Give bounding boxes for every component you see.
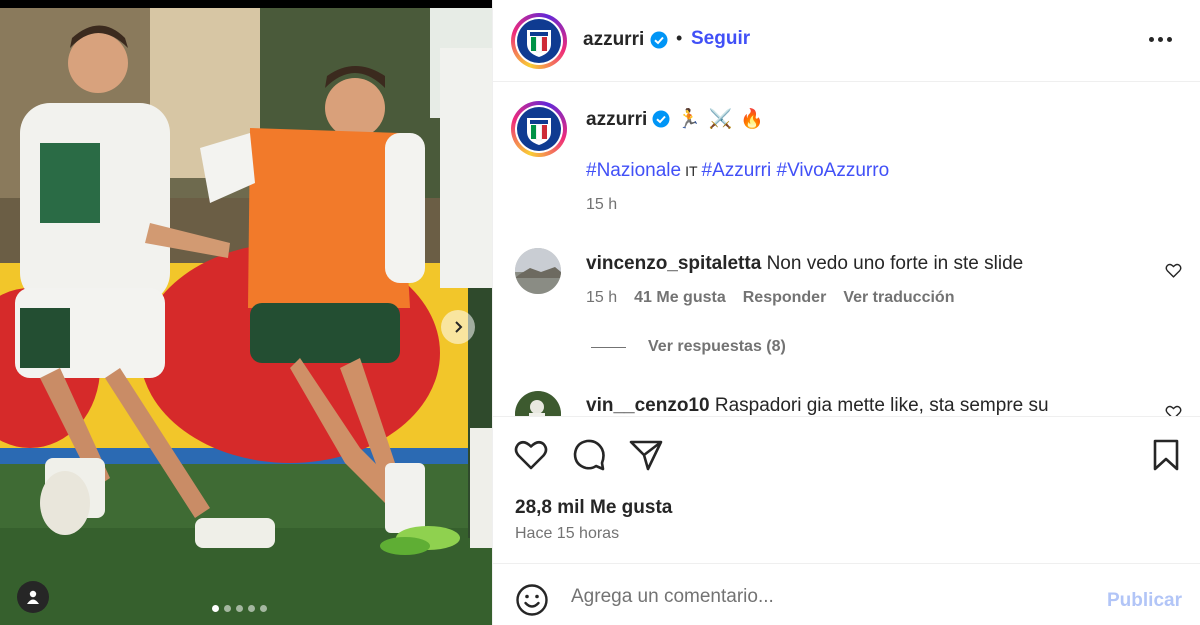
comment-body: Non vedo uno forte in ste slide [766,253,1024,274]
comment-like-icon[interactable] [1165,262,1182,279]
comment-username[interactable]: vincenzo_spitaletta [586,253,761,274]
tagged-users-button[interactable] [17,581,49,613]
carousel-dot [236,605,243,612]
reply-button[interactable]: Responder [743,289,827,307]
user-icon [27,590,39,604]
send-icon[interactable] [628,437,664,473]
comment-username[interactable]: vin__cenzo10 [586,395,710,416]
view-replies-button[interactable]: Ver respuestas (8) [591,338,786,356]
translate-button[interactable]: Ver traducción [843,289,954,307]
comment-body: Raspadori gia mette like, sta sempre su [714,395,1049,416]
view-replies-label: Ver respuestas (8) [648,338,786,355]
caption-hashtags: #Nazionale IT #Azzurri #VivoAzzurro [586,160,889,182]
bookmark-icon[interactable] [1148,437,1184,473]
flag-emoji: IT [685,163,698,179]
comment-text: vincenzo_spitaletta Non vedo uno forte i… [586,253,1023,275]
comment-like-icon[interactable] [1165,404,1182,416]
hashtag-link[interactable]: #VivoAzzurro [777,160,890,181]
carousel-dot [260,605,267,612]
comment-meta: 15 h 41 Me gusta Responder Ver traducció… [586,289,954,307]
emoji-picker-icon[interactable] [515,583,549,617]
post-photo[interactable] [0,8,492,625]
runner-emoji: 🏃 [677,109,701,130]
caption-time[interactable]: 15 h [586,196,617,214]
comment-text: vin__cenzo10 Raspadori gia mette like, s… [586,395,1049,416]
caption-avatar[interactable] [511,101,567,157]
verified-badge-icon [650,31,668,49]
figc-logo [517,107,561,151]
comment-likes[interactable]: 41 Me gusta [634,289,726,307]
post-author-username[interactable]: azzurri [583,29,644,51]
hashtag-link[interactable]: #Nazionale [586,160,681,181]
carousel-next-button[interactable] [441,310,475,344]
verified-badge-icon [652,110,670,128]
swords-emoji: ⚔️ [708,109,733,130]
photo-top-bar [0,0,492,8]
publish-button[interactable]: Publicar [1107,590,1182,612]
post-header: azzurri • Seguir [493,0,1200,82]
chevron-right-icon [455,321,463,333]
comment-input[interactable] [571,579,1071,615]
caption-emojis: 🏃 ⚔️ 🔥 [677,107,764,131]
carousel-dot [224,605,231,612]
figc-logo [517,19,561,63]
carousel-dot [212,605,219,612]
heart-icon[interactable] [513,437,549,473]
comments-section[interactable]: azzurri 🏃 ⚔️ 🔥 #Nazionale IT #Azzurri #Viv… [493,83,1200,416]
carousel-dot [248,605,255,612]
more-options-icon[interactable] [1149,37,1172,42]
fire-emoji: 🔥 [740,109,765,130]
comment-time[interactable]: 15 h [586,289,617,307]
comment-icon[interactable] [571,437,607,473]
post-actions: 28,8 mil Me gusta Hace 15 horas [493,416,1200,564]
caption-username[interactable]: azzurri [586,109,647,131]
hashtag-link[interactable]: #Azzurri [702,160,772,181]
separator-dot: • [676,28,683,48]
avatar[interactable] [511,13,567,69]
follow-button[interactable]: Seguir [691,28,750,50]
commenter-avatar[interactable] [515,391,561,416]
commenter-avatar[interactable] [515,248,561,294]
add-comment-bar: Publicar [493,565,1200,625]
carousel-indicator [212,605,267,612]
likes-count[interactable]: 28,8 mil Me gusta [515,497,672,519]
post-timestamp[interactable]: Hace 15 horas [515,525,619,543]
